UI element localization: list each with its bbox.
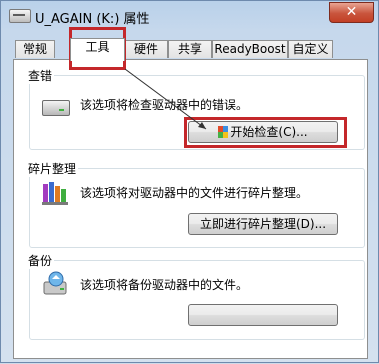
tab-customize-label: 自定义: [292, 42, 329, 56]
window-title: U_AGAIN (K:) 属性: [35, 12, 150, 27]
tab-sharing-label: 共享: [177, 42, 202, 56]
shield-icon: [218, 124, 229, 138]
backup-icon: [42, 270, 70, 301]
backup-description: 该选项将备份驱动器中的文件。: [80, 278, 249, 292]
tab-readyboost-label: ReadyBoost: [214, 42, 286, 56]
backup-title: 备份: [26, 252, 55, 269]
tab-tools-label: 工具: [85, 40, 110, 54]
backup-group: [29, 260, 365, 340]
drive-icon: [42, 100, 70, 116]
start-check-label: 开始检查(C)...: [230, 125, 308, 139]
close-button[interactable]: ✕: [329, 2, 374, 23]
defrag-icon: [42, 180, 68, 209]
defrag-description: 该选项将对驱动器中的文件进行碎片整理。: [80, 186, 309, 200]
defrag-group: [29, 168, 365, 248]
tab-readyboost[interactable]: ReadyBoost: [212, 40, 288, 58]
tab-hardware-label: 硬件: [133, 42, 158, 56]
defrag-now-button[interactable]: 立即进行碎片整理(D)...: [188, 213, 338, 235]
error-check-title: 查错: [26, 67, 55, 84]
properties-window: U_AGAIN (K:) 属性 ✕ 常规 工具 硬件 共享 ReadyBoost…: [0, 0, 379, 363]
start-check-button[interactable]: 开始检查(C)...: [188, 121, 338, 143]
tab-general[interactable]: 常规: [15, 40, 55, 58]
backup-now-button[interactable]: [188, 304, 338, 326]
tab-tools[interactable]: 工具: [70, 38, 125, 61]
tab-customize[interactable]: 自定义: [288, 40, 333, 58]
defrag-title: 碎片整理: [26, 160, 79, 177]
drive-title-icon: [9, 9, 31, 23]
title-bar[interactable]: U_AGAIN (K:) 属性 ✕: [1, 1, 379, 31]
tools-panel: 查错 该选项将检查驱动器中的错误。 开始检查(C)... 碎片整理 该选项将对驱…: [13, 59, 368, 359]
tab-sharing[interactable]: 共享: [168, 40, 212, 58]
tab-hardware[interactable]: 硬件: [124, 40, 168, 58]
error-check-description: 该选项将检查驱动器中的错误。: [80, 98, 249, 112]
tab-general-label: 常规: [22, 42, 47, 56]
